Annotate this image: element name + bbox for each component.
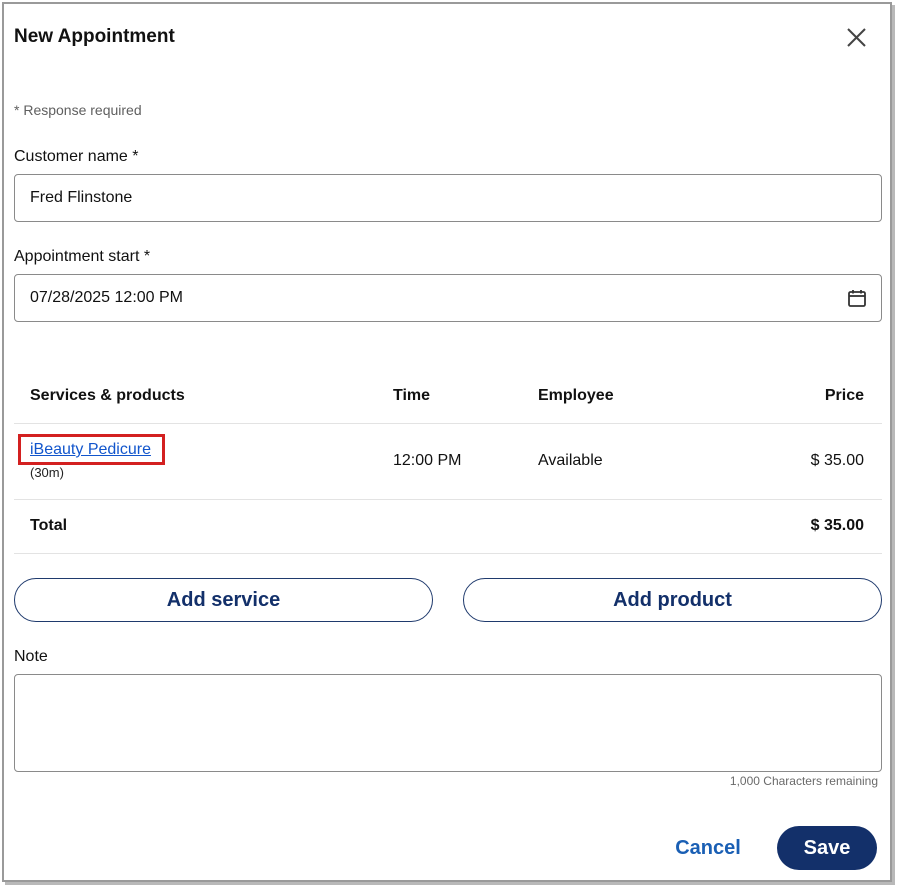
characters-remaining: 1,000 Characters remaining — [729, 774, 878, 788]
row-price: $ 35.00 — [810, 452, 864, 469]
table-divider — [14, 423, 882, 424]
cancel-button[interactable]: Cancel — [666, 826, 750, 870]
note-textarea[interactable] — [14, 674, 882, 772]
header-price: Price — [824, 387, 864, 404]
add-product-button[interactable]: Add product — [463, 578, 882, 622]
dialog-title: New Appointment — [14, 26, 175, 47]
customer-name-label: Customer name * — [14, 148, 139, 165]
header-employee: Employee — [538, 387, 614, 404]
customer-name-field[interactable]: Fred Flinstone — [14, 174, 882, 222]
table-divider — [14, 499, 882, 500]
appointment-start-label: Appointment start * — [14, 248, 151, 265]
close-icon — [847, 28, 866, 47]
close-button[interactable] — [842, 24, 870, 52]
header-time: Time — [393, 387, 431, 404]
total-label: Total — [30, 517, 68, 534]
total-value: $ 35.00 — [810, 517, 864, 534]
save-button[interactable]: Save — [777, 826, 877, 870]
row-time: 12:00 PM — [393, 452, 462, 469]
service-duration: (30m) — [30, 465, 64, 480]
highlight-box — [18, 434, 165, 465]
header-services: Services & products — [30, 387, 185, 404]
calendar-icon[interactable] — [847, 288, 867, 308]
row-employee: Available — [538, 452, 603, 469]
appointment-start-field[interactable]: 07/28/2025 12:00 PM — [14, 274, 882, 322]
customer-name-value: Fred Flinstone — [30, 189, 133, 206]
required-note: * Response required — [14, 102, 142, 118]
table-divider — [14, 553, 882, 554]
add-service-button[interactable]: Add service — [14, 578, 433, 622]
note-label: Note — [14, 648, 48, 665]
new-appointment-dialog: New Appointment * Response required Cust… — [2, 2, 892, 882]
appointment-start-value: 07/28/2025 12:00 PM — [30, 289, 184, 306]
